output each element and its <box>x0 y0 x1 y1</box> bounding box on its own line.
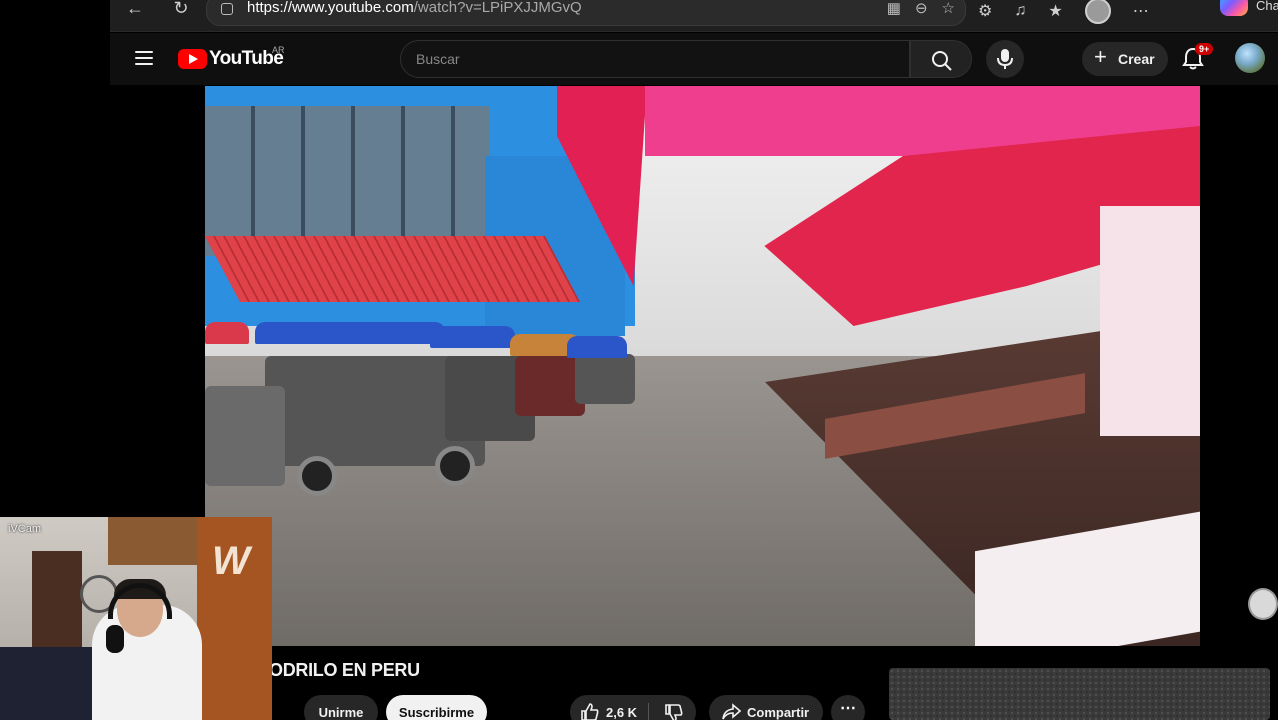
youtube-header: YouTube AR Buscar + Crear 9+ <box>110 33 1278 85</box>
copilot-icon[interactable] <box>1220 0 1248 16</box>
favorite-star-icon[interactable]: ☆ <box>942 0 955 17</box>
search-placeholder: Buscar <box>416 51 460 67</box>
like-count[interactable]: 2,6 K <box>606 705 637 720</box>
mototaxi <box>575 354 635 404</box>
mic-icon <box>997 49 1013 69</box>
back-icon[interactable]: ← <box>122 0 148 18</box>
video-title: ODRILO EN PERU <box>269 660 420 680</box>
mototaxi <box>205 386 285 486</box>
search-input[interactable]: Buscar <box>400 40 910 78</box>
copilot-label[interactable]: Cha <box>1256 0 1278 13</box>
address-bar[interactable]: https://www.youtube.com/watch?v=LPiPXJJM… <box>206 0 966 26</box>
search-icon <box>932 51 952 71</box>
url-text: https://www.youtube.com/watch?v=LPiPXJJM… <box>247 0 582 16</box>
more-actions-icon[interactable]: ⋯ <box>831 695 865 720</box>
floating-face-icon[interactable] <box>1248 588 1278 620</box>
more-icon[interactable]: ⋯ <box>1133 1 1149 21</box>
webcam-label: iVCam <box>8 523 42 535</box>
webcam-overlay: W iVCam <box>0 517 272 720</box>
menu-icon[interactable] <box>135 51 153 65</box>
profile-icon[interactable] <box>1084 0 1111 24</box>
youtube-play-icon <box>178 49 207 69</box>
door-logo: W <box>212 539 250 583</box>
grid-icon[interactable]: ▦ <box>887 0 901 17</box>
extensions-icon[interactable]: ⚙ <box>978 1 992 21</box>
reload-icon[interactable]: ↻ <box>168 0 194 18</box>
thumbs-down-icon[interactable] <box>664 703 684 720</box>
collections-icon[interactable]: ★ <box>1048 1 1062 21</box>
voice-search-button[interactable] <box>986 40 1024 78</box>
subscribe-button[interactable]: Suscribirme <box>386 695 487 720</box>
notification-badge: 9+ <box>1195 43 1214 55</box>
zoom-out-icon[interactable]: ⊖ <box>915 0 928 17</box>
youtube-logo[interactable]: YouTube AR <box>178 45 285 70</box>
region-code: AR <box>272 45 285 55</box>
thumbs-up-icon[interactable] <box>580 702 600 720</box>
join-button[interactable]: Unirme <box>304 695 378 720</box>
search-button[interactable] <box>910 40 972 78</box>
video-player[interactable] <box>205 86 1200 646</box>
browser-toolbar: ← ↻ https://www.youtube.com/watch?v=LPiP… <box>110 0 1278 32</box>
blurred-panel <box>889 668 1270 720</box>
site-info-icon[interactable] <box>221 3 233 15</box>
share-button[interactable]: Compartir <box>709 695 823 720</box>
avatar[interactable] <box>1235 43 1265 73</box>
share-icon <box>722 703 741 720</box>
media-icon[interactable]: ♫ <box>1014 2 1026 20</box>
create-button[interactable]: + Crear <box>1082 42 1168 76</box>
microphone <box>106 625 124 653</box>
like-dislike-group: 2,6 K <box>570 695 696 720</box>
plus-icon: + <box>1094 44 1107 69</box>
